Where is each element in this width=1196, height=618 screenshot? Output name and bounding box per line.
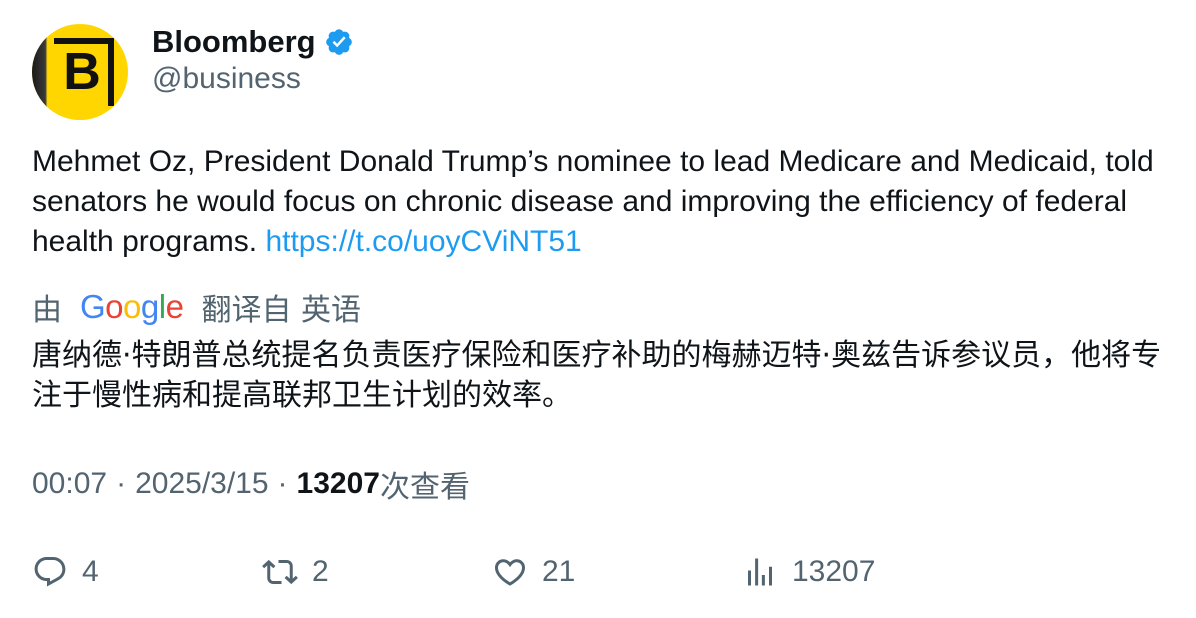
avatar-letter: B — [63, 43, 101, 101]
views-count: 13207 — [296, 467, 380, 500]
views-bar-chart-icon — [748, 558, 772, 586]
tweet-meta: 00:07 · 2025/3/15 · 13207 次查看 — [32, 464, 470, 505]
reply-button[interactable]: 4 — [32, 552, 99, 592]
google-logo[interactable]: Google — [80, 288, 184, 326]
retweet-count: 2 — [312, 555, 329, 588]
tweet-time[interactable]: 00:07 — [32, 467, 107, 501]
tweet-link[interactable]: https://t.co/uoyCViNT51 — [265, 225, 581, 258]
avatar[interactable]: B — [32, 24, 128, 120]
translation-prefix: 由 — [32, 293, 62, 328]
tweet-text: Mehmet Oz, President Donald Trump’s nomi… — [32, 142, 1162, 262]
tweet-body: Mehmet Oz, President Donald Trump’s nomi… — [32, 145, 1154, 258]
heart-icon — [494, 559, 526, 586]
views-action-count: 13207 — [792, 555, 876, 588]
reply-count: 4 — [82, 555, 99, 588]
translated-tweet-text: 唐纳德·特朗普总统提名负责医疗保险和医疗补助的梅赫迈特·奥兹告诉参议员，他将专注… — [32, 338, 1162, 413]
retweet-button[interactable]: 2 — [262, 552, 329, 592]
reply-icon — [34, 557, 66, 587]
meta-separator: · — [116, 467, 127, 500]
like-count: 21 — [542, 555, 576, 588]
author-name-row: Bloomberg — [152, 22, 354, 62]
views-button[interactable]: 13207 — [742, 552, 875, 592]
retweet-icon — [262, 559, 298, 585]
meta-separator: · — [277, 467, 288, 500]
translation-attribution: 由 Google 翻译自 英语 — [32, 287, 361, 328]
action-bar: 4 2 21 13207 — [32, 552, 1172, 592]
author-handle[interactable]: @business — [152, 62, 301, 96]
author-display-name[interactable]: Bloomberg — [152, 24, 316, 60]
translation-suffix: 翻译自 英语 — [201, 293, 361, 328]
views-label: 次查看 — [379, 470, 470, 505]
verified-badge-icon — [325, 29, 352, 55]
like-button[interactable]: 21 — [492, 552, 575, 592]
tweet-date[interactable]: 2025/3/15 — [135, 467, 268, 501]
